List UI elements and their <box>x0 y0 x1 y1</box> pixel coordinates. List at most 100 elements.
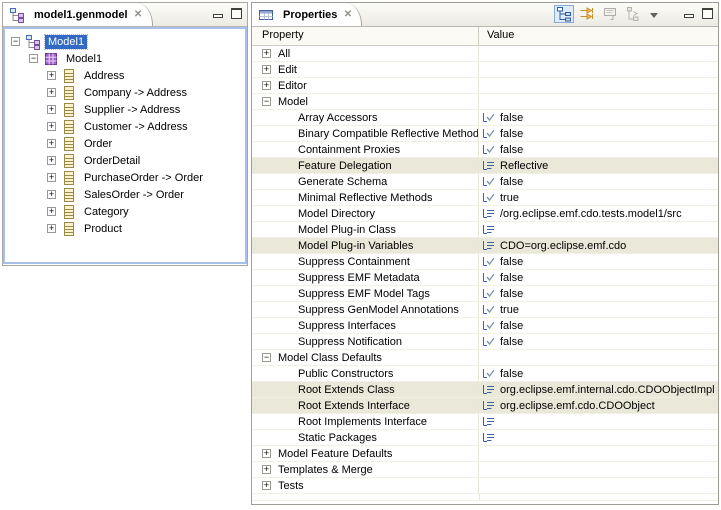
collapse-icon[interactable] <box>262 353 271 362</box>
expand-icon[interactable] <box>47 190 56 199</box>
property-row-static-packages[interactable]: Static Packages <box>252 430 718 446</box>
expand-icon[interactable] <box>262 49 271 58</box>
property-row-model-plugin-variables[interactable]: Model Plug-in Variables CDO=org.eclipse.… <box>252 238 718 254</box>
value-cell[interactable]: false <box>479 254 718 269</box>
property-row-root-extends-interface[interactable]: Root Extends Interface org.eclipse.emf.c… <box>252 398 718 414</box>
value-cell[interactable]: false <box>479 334 718 349</box>
value-cell[interactable]: false <box>479 366 718 381</box>
value-cell[interactable]: false <box>479 270 718 285</box>
tree-item-address[interactable]: Address <box>5 67 245 84</box>
expand-icon[interactable] <box>262 465 271 474</box>
close-icon[interactable] <box>342 9 353 20</box>
category-row-all[interactable]: All <box>252 46 718 62</box>
close-icon[interactable] <box>133 9 144 20</box>
property-row-suppress-interfaces[interactable]: Suppress Interfaces false <box>252 318 718 334</box>
show-tree-mode-button[interactable] <box>554 5 574 23</box>
property-row-binary-compatible[interactable]: Binary Compatible Reflective Methods fal… <box>252 126 718 142</box>
tree-item-company[interactable]: Company -> Address <box>5 84 245 101</box>
category-row-model-class-defaults[interactable]: Model Class Defaults <box>252 350 718 366</box>
category-label: All <box>278 48 290 60</box>
view-menu-icon[interactable] <box>650 13 658 22</box>
property-row-array-accessors[interactable]: Array Accessors false <box>252 110 718 126</box>
maximize-icon[interactable] <box>702 8 713 18</box>
value-cell <box>479 446 718 461</box>
property-row-root-extends-class[interactable]: Root Extends Class org.eclipse.emf.inter… <box>252 382 718 398</box>
property-row-root-implements-interface[interactable]: Root Implements Interface <box>252 414 718 430</box>
property-row-minimal-reflective[interactable]: Minimal Reflective Methods true <box>252 190 718 206</box>
property-row-suppress-genmodel-annotations[interactable]: Suppress GenModel Annotations true <box>252 302 718 318</box>
tree-item-customer[interactable]: Customer -> Address <box>5 118 245 135</box>
category-row-templates-merge[interactable]: Templates & Merge <box>252 462 718 478</box>
value-cell[interactable] <box>479 222 718 237</box>
restore-default-value-button[interactable] <box>600 5 620 23</box>
value-cell[interactable]: org.eclipse.emf.cdo.CDOObject <box>479 398 718 413</box>
value-cell[interactable]: false <box>479 286 718 301</box>
value-cell[interactable]: CDO=org.eclipse.emf.cdo <box>479 238 718 253</box>
value-cell[interactable]: false <box>479 318 718 333</box>
tree-item-supplier[interactable]: Supplier -> Address <box>5 101 245 118</box>
value-cell[interactable]: true <box>479 190 718 205</box>
value-cell[interactable] <box>479 414 718 429</box>
property-row-suppress-notification[interactable]: Suppress Notification false <box>252 334 718 350</box>
property-row-containment-proxies[interactable]: Containment Proxies false <box>252 142 718 158</box>
property-row-suppress-containment[interactable]: Suppress Containment false <box>252 254 718 270</box>
tree-item-orderdetail[interactable]: OrderDetail <box>5 152 245 169</box>
expand-icon[interactable] <box>47 173 56 182</box>
value-cell[interactable]: true <box>479 302 718 317</box>
value-cell[interactable]: /org.eclipse.emf.cdo.tests.model1/src <box>479 206 718 221</box>
property-row-model-plugin-class[interactable]: Model Plug-in Class <box>252 222 718 238</box>
show-categories-button[interactable] <box>623 5 643 23</box>
column-header-value[interactable]: Value <box>479 27 718 45</box>
property-row-feature-delegation[interactable]: Feature Delegation Reflective <box>252 158 718 174</box>
maximize-icon[interactable] <box>231 8 242 18</box>
value-cell[interactable]: false <box>479 110 718 125</box>
expand-icon[interactable] <box>262 449 271 458</box>
category-row-edit[interactable]: Edit <box>252 62 718 78</box>
category-row-model-feature-defaults[interactable]: Model Feature Defaults <box>252 446 718 462</box>
collapse-icon[interactable] <box>11 37 20 46</box>
properties-window-buttons <box>683 8 713 18</box>
expand-icon[interactable] <box>47 156 56 165</box>
value-cell[interactable]: Reflective <box>479 158 718 173</box>
expand-icon[interactable] <box>47 207 56 216</box>
boolean-value-icon <box>481 336 496 347</box>
collapse-icon[interactable] <box>29 54 38 63</box>
tree-item-order[interactable]: Order <box>5 135 245 152</box>
value-cell[interactable]: org.eclipse.emf.internal.cdo.CDOObjectIm… <box>479 382 718 397</box>
property-row-suppress-emf-model-tags[interactable]: Suppress EMF Model Tags false <box>252 286 718 302</box>
expand-icon[interactable] <box>47 224 56 233</box>
category-row-model[interactable]: Model <box>252 94 718 110</box>
tree-item-model1-root[interactable]: Model1 <box>5 33 245 50</box>
property-row-generate-schema[interactable]: Generate Schema false <box>252 174 718 190</box>
value-cell[interactable]: false <box>479 126 718 141</box>
value-cell[interactable] <box>479 430 718 445</box>
category-row-editor[interactable]: Editor <box>252 78 718 94</box>
expand-icon[interactable] <box>47 105 56 114</box>
value-cell[interactable]: false <box>479 174 718 189</box>
expand-icon[interactable] <box>47 88 56 97</box>
column-header-property[interactable]: Property <box>252 27 479 45</box>
value-cell[interactable]: false <box>479 142 718 157</box>
expand-icon[interactable] <box>47 139 56 148</box>
tab-model1-genmodel[interactable]: model1.genmodel <box>3 3 153 26</box>
property-row-suppress-emf-metadata[interactable]: Suppress EMF Metadata false <box>252 270 718 286</box>
tree-item-product[interactable]: Product <box>5 220 245 237</box>
value-text: CDO=org.eclipse.emf.cdo <box>500 240 626 252</box>
expand-icon[interactable] <box>262 81 271 90</box>
expand-icon[interactable] <box>262 65 271 74</box>
tree-item-category[interactable]: Category <box>5 203 245 220</box>
collapse-icon[interactable] <box>262 97 271 106</box>
expand-icon[interactable] <box>47 122 56 131</box>
category-row-tests[interactable]: Tests <box>252 478 718 494</box>
minimize-icon[interactable] <box>683 8 694 18</box>
tree-item-salesorder[interactable]: SalesOrder -> Order <box>5 186 245 203</box>
tree-item-purchaseorder[interactable]: PurchaseOrder -> Order <box>5 169 245 186</box>
tree-item-model1-package[interactable]: Model1 <box>5 50 245 67</box>
tab-properties[interactable]: Properties <box>252 3 362 26</box>
minimize-icon[interactable] <box>212 8 223 18</box>
property-row-model-directory[interactable]: Model Directory /org.eclipse.emf.cdo.tes… <box>252 206 718 222</box>
show-advanced-properties-button[interactable] <box>577 5 597 23</box>
expand-icon[interactable] <box>262 481 271 490</box>
property-row-public-constructors[interactable]: Public Constructors false <box>252 366 718 382</box>
expand-icon[interactable] <box>47 71 56 80</box>
